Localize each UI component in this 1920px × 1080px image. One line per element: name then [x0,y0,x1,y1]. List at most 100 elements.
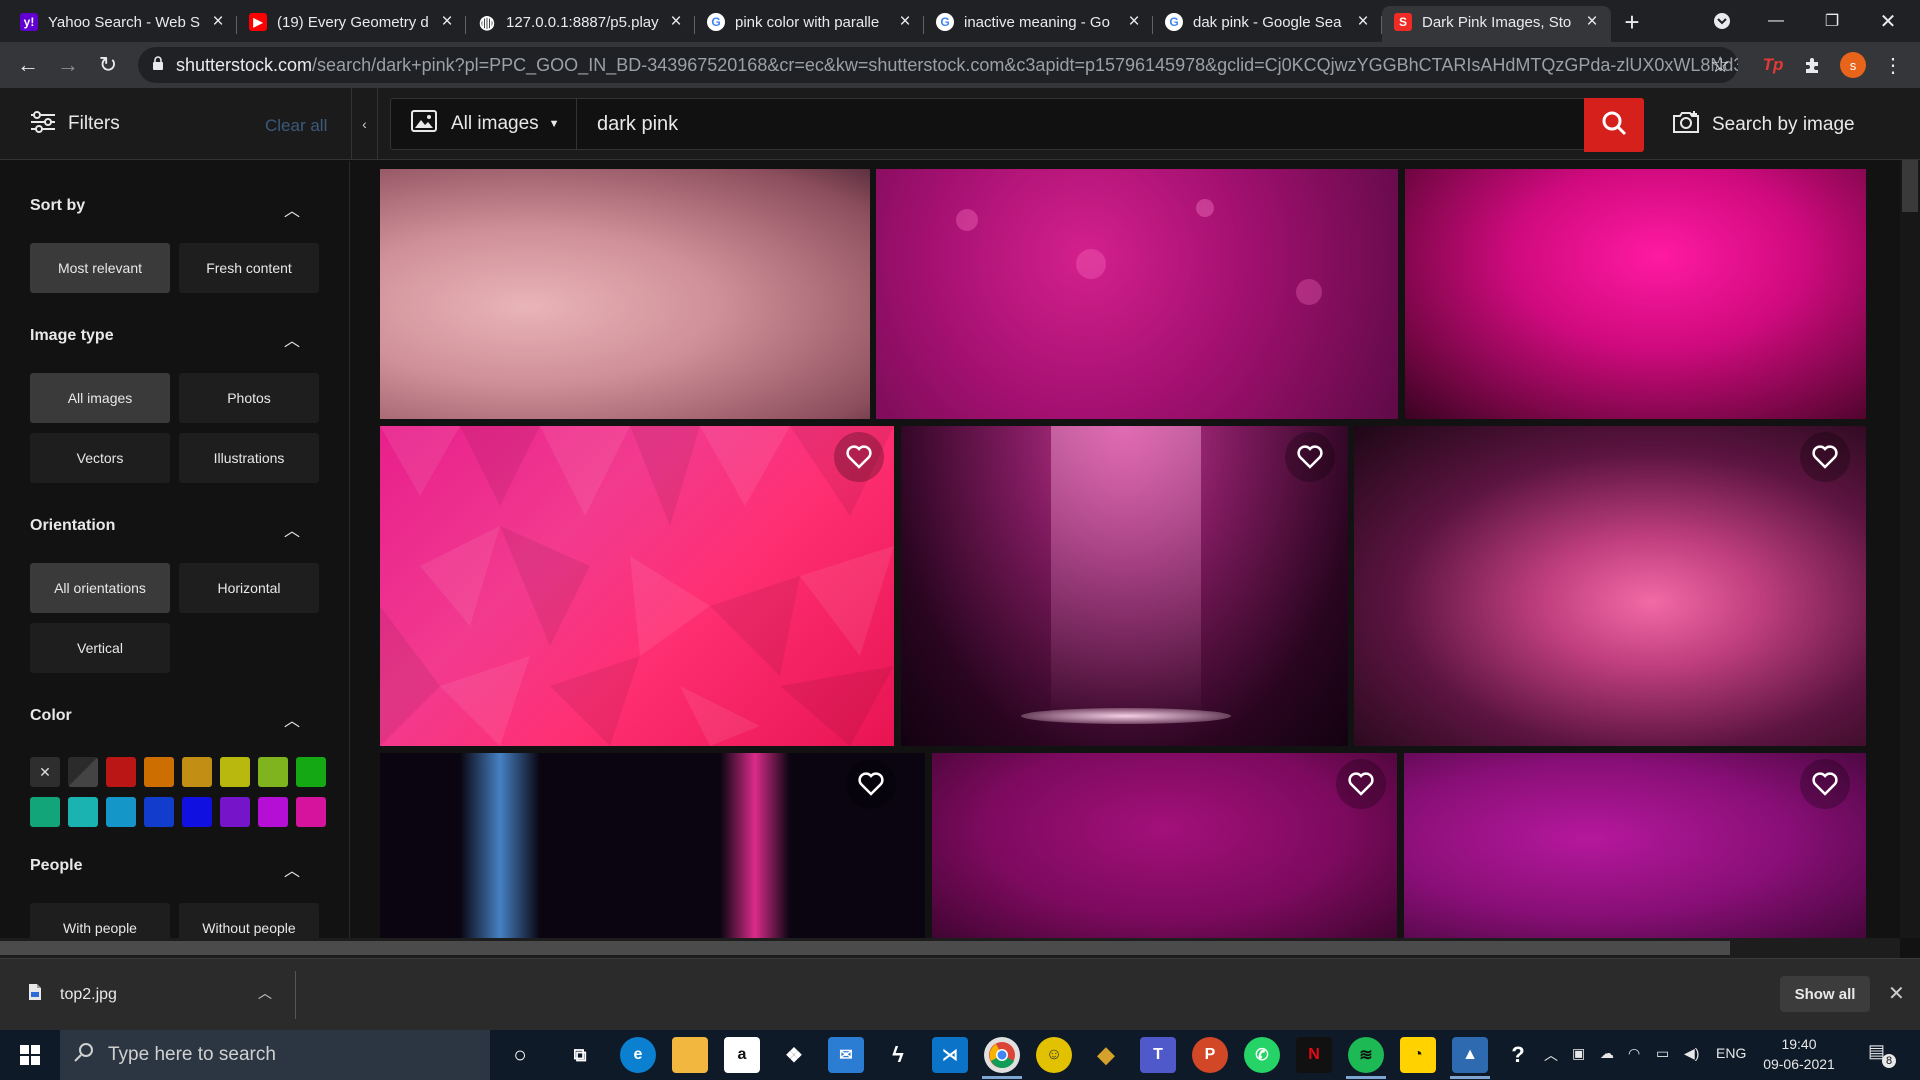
browser-tab[interactable]: ◍ 127.0.0.1:8887/p5.play × [466,6,695,42]
address-bar[interactable]: shutterstock.com/search/dark+pink?pl=PPC… [138,47,1738,83]
vertical-scrollbar[interactable] [1900,161,1920,938]
result-image[interactable] [1405,169,1866,419]
save-heart-icon[interactable] [1800,759,1850,809]
spotify-icon[interactable]: ≋ [1348,1037,1384,1073]
clear-all-link[interactable]: Clear all [265,116,327,136]
color-swatch[interactable] [144,757,174,787]
volume-icon[interactable]: ◀) [1684,1045,1699,1062]
result-image[interactable] [380,753,925,938]
vertical-scrollbar-thumb[interactable] [1902,160,1918,212]
winamp-icon[interactable]: ϟ [880,1037,916,1073]
save-heart-icon[interactable] [1336,759,1386,809]
type-photos-button[interactable]: Photos [179,373,319,423]
horizontal-scrollbar-thumb[interactable] [0,941,1730,955]
close-downloads-icon[interactable]: ✕ [1888,981,1905,1006]
save-heart-icon[interactable] [1800,432,1850,482]
show-all-downloads-button[interactable]: Show all [1780,976,1870,1012]
orientation-all-button[interactable]: All orientations [30,563,170,613]
save-heart-icon[interactable] [834,432,884,482]
type-vectors-button[interactable]: Vectors [30,433,170,483]
color-chevron-up-icon[interactable]: ︿ [284,707,300,731]
system-clock[interactable]: 19:40 09-06-2021 [1754,1034,1844,1074]
file-explorer-icon[interactable] [672,1037,708,1073]
whatsapp-icon[interactable]: ✆ [1244,1037,1280,1073]
pacman-icon[interactable]: ◔ [1400,1037,1436,1073]
color-swatch[interactable] [258,797,288,827]
wifi-icon[interactable]: ◠ [1628,1045,1640,1062]
chrome-menu-icon[interactable]: ⋮ [1878,50,1908,80]
color-swatch[interactable] [30,797,60,827]
git-kraken-icon[interactable]: ◆ [1088,1037,1124,1073]
color-swatch[interactable] [68,757,98,787]
browser-tab[interactable]: Ginactive meaning - Go × [924,6,1153,42]
extensions-puzzle-icon[interactable] [1798,50,1828,80]
result-image[interactable] [380,169,870,419]
tab-close-icon[interactable]: × [1125,11,1143,33]
color-swatch[interactable] [106,797,136,827]
image-type-chevron-up-icon[interactable]: ︿ [284,327,300,351]
orientation-horizontal-button[interactable]: Horizontal [179,563,319,613]
browser-tab[interactable]: Gdak pink - Google Sea × [1153,6,1382,42]
profile-avatar[interactable]: s [1838,50,1868,80]
teams-icon[interactable]: T [1140,1037,1176,1073]
color-swatch[interactable] [220,797,250,827]
back-icon[interactable]: ← [8,45,48,85]
close-window-icon[interactable]: ✕ [1860,0,1916,42]
taskbar-search-box[interactable]: Type here to search [60,1030,490,1080]
result-image[interactable] [932,753,1397,938]
sort-fresh-content-button[interactable]: Fresh content [179,243,319,293]
orientation-chevron-up-icon[interactable]: ︿ [284,517,300,541]
orientation-vertical-button[interactable]: Vertical [30,623,170,673]
tab-close-icon[interactable]: × [1583,11,1601,33]
result-image[interactable] [1354,426,1866,746]
download-chevron-up-icon[interactable]: ︿ [258,983,272,1003]
battery-icon[interactable]: ▭ [1656,1045,1669,1062]
tab-close-icon[interactable]: × [1354,11,1372,33]
color-swatch[interactable] [106,757,136,787]
windows-start-icon[interactable] [12,1037,48,1073]
minimize-icon[interactable]: — [1748,0,1804,42]
sort-by-chevron-up-icon[interactable]: ︿ [284,197,300,221]
browser-tab[interactable]: ▶ (19) Every Geometry d × [237,6,466,42]
type-all-images-button[interactable]: All images [30,373,170,423]
new-tab-button[interactable]: + [1611,6,1653,42]
help-icon[interactable]: ? [1500,1037,1536,1073]
task-view-icon[interactable]: ⧉ [562,1037,598,1073]
tray-device-icon[interactable]: ▣ [1572,1045,1585,1062]
color-clear-icon[interactable]: ✕ [30,757,60,787]
amazon-icon[interactable]: a [724,1037,760,1073]
search-input[interactable]: dark pink [577,113,678,136]
tab-close-icon[interactable]: × [667,11,685,33]
color-swatch[interactable] [144,797,174,827]
color-swatch[interactable] [296,757,326,787]
vscode-icon[interactable]: ⋊ [932,1037,968,1073]
people-with-button[interactable]: With people [30,903,170,938]
browser-tab[interactable]: Gpink color with paralle × [695,6,924,42]
search-button[interactable] [1584,98,1644,152]
collapse-sidebar-chevron-icon[interactable]: ‹ [352,88,378,160]
bookmark-star-icon[interactable]: ☆ [1710,52,1730,78]
people-without-button[interactable]: Without people [179,903,319,938]
browser-tab[interactable]: y! Yahoo Search - Web S × [8,6,237,42]
restore-icon[interactable]: ❐ [1804,0,1860,42]
color-swatch[interactable] [258,757,288,787]
sort-most-relevant-button[interactable]: Most relevant [30,243,170,293]
people-chevron-up-icon[interactable]: ︿ [284,857,300,881]
cortana-icon[interactable]: ○ [502,1037,538,1073]
search-by-image-button[interactable]: Search by image [1672,110,1855,140]
mail-icon[interactable]: ✉ [828,1037,864,1073]
save-heart-icon[interactable] [1285,432,1335,482]
result-image[interactable] [380,426,894,746]
result-image[interactable] [1404,753,1866,938]
chrome-taskbar-icon[interactable] [984,1037,1020,1073]
forward-icon[interactable]: → [48,45,88,85]
edge-icon[interactable]: e [620,1037,656,1073]
tab-close-icon[interactable]: × [896,11,914,33]
tab-close-icon[interactable]: × [438,11,456,33]
result-image[interactable] [901,426,1348,746]
color-swatch[interactable] [296,797,326,827]
type-illustrations-button[interactable]: Illustrations [179,433,319,483]
color-swatch[interactable] [68,797,98,827]
result-image[interactable] [876,169,1398,419]
tray-chevron-up-icon[interactable]: ︿ [1544,1045,1558,1065]
